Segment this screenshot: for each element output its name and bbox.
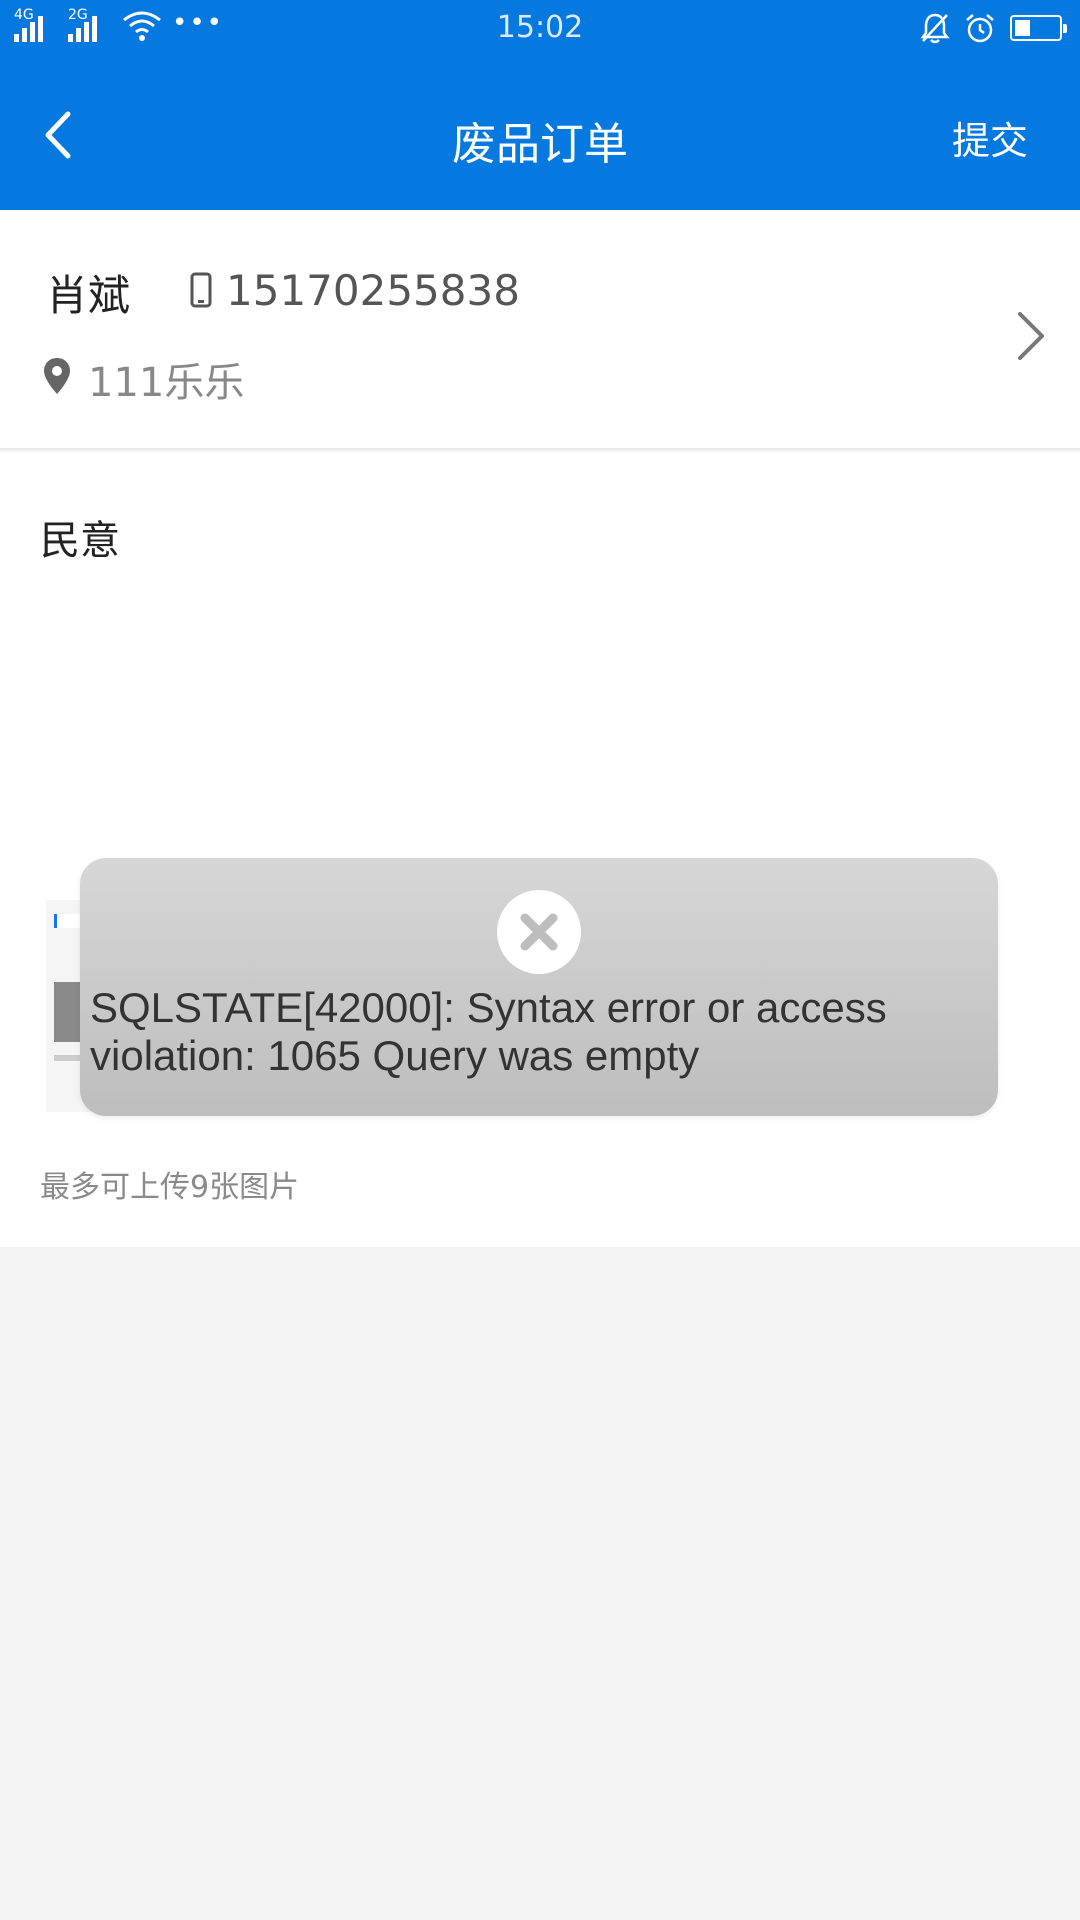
chevron-right-icon [1018, 312, 1044, 360]
battery-icon [1010, 15, 1067, 41]
location-pin-icon [44, 358, 70, 394]
nav-bar: 废品订单 提交 [0, 80, 1080, 190]
alarm-clock-icon [966, 14, 994, 43]
upload-hint: 最多可上传9张图片 [40, 1170, 300, 1205]
app-header: 4G 2G ••• 15:02 废品订单 提交 [0, 0, 1080, 210]
mobile-phone-icon [190, 272, 212, 308]
status-bar: 4G 2G ••• 15:02 [0, 0, 1080, 56]
status-time: 15:02 [496, 10, 584, 45]
error-message: SQLSTATE[42000]: Syntax error or access … [90, 984, 887, 1079]
remark-text[interactable]: 民意 [40, 508, 120, 566]
contact-phone: 15170255838 [226, 266, 520, 315]
status-bar-right [920, 12, 1067, 44]
close-icon [520, 913, 558, 951]
contact-name: 肖斌 [46, 271, 131, 320]
contact-address: 111乐乐 [88, 360, 245, 406]
order-form: 民意 最多可上传9张图片 [0, 452, 1080, 1247]
contact-card[interactable]: 肖斌 15170255838 111乐乐 [0, 210, 1080, 450]
error-toast: SQLSTATE[42000]: Syntax error or access … [80, 858, 998, 1116]
bell-mute-icon [920, 13, 950, 44]
submit-button[interactable]: 提交 [952, 110, 1028, 165]
page-title: 废品订单 [452, 119, 628, 170]
error-circle-icon [497, 890, 581, 974]
